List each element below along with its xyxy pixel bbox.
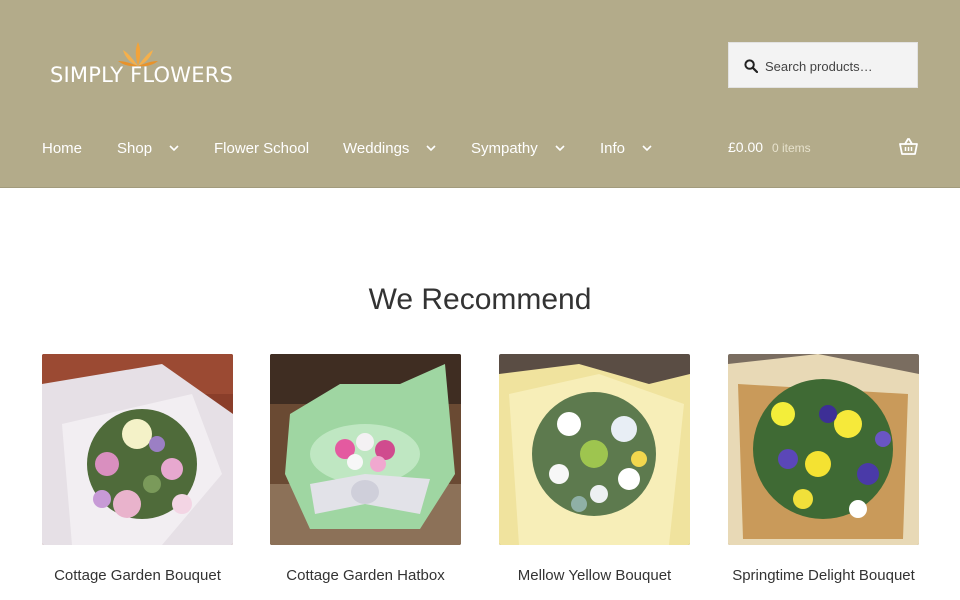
chevron-down-icon[interactable] — [554, 142, 566, 154]
chevron-down-icon[interactable] — [641, 142, 653, 154]
product-card[interactable]: Cottage Garden Bouquet — [42, 354, 233, 584]
nav-label: Sympathy — [471, 139, 538, 157]
section-heading: We Recommend — [368, 283, 592, 316]
chevron-down-icon[interactable] — [425, 142, 437, 154]
site-header: SIMPLY FLOWERS Home Shop Flower School W… — [0, 0, 960, 188]
product-name[interactable]: Mellow Yellow Bouquet — [479, 567, 710, 584]
nav-label: Weddings — [343, 139, 410, 157]
nav-label: Flower School — [214, 139, 310, 157]
chevron-down-icon[interactable] — [168, 142, 180, 154]
nav-item-weddings[interactable]: Weddings — [343, 136, 437, 160]
product-search[interactable] — [728, 42, 918, 88]
nav-label: Info — [600, 139, 626, 157]
nav-item-sympathy[interactable]: Sympathy — [471, 136, 566, 160]
cart-count: 0 items — [772, 141, 811, 155]
product-image[interactable] — [270, 354, 461, 545]
nav-item-flower-school[interactable]: Flower School — [214, 136, 309, 160]
basket-icon[interactable] — [899, 138, 918, 155]
header-cart[interactable]: £0.00 0 items — [728, 136, 918, 160]
product-card[interactable]: Cottage Garden Hatbox — [270, 354, 461, 584]
product-card[interactable]: Mellow Yellow Bouquet — [499, 354, 690, 584]
product-card[interactable]: Springtime Delight Bouquet — [728, 354, 919, 584]
product-image[interactable] — [499, 354, 690, 545]
search-icon[interactable] — [744, 59, 758, 73]
product-name[interactable]: Springtime Delight Bouquet — [708, 567, 939, 584]
product-name[interactable]: Cottage Garden Hatbox — [250, 567, 481, 584]
site-logo[interactable]: SIMPLY FLOWERS — [50, 40, 234, 90]
product-image[interactable] — [728, 354, 919, 545]
logo-text: SIMPLY FLOWERS — [50, 63, 234, 87]
nav-label: Shop — [117, 139, 153, 157]
cart-amount: £0.00 — [728, 139, 764, 155]
product-image[interactable] — [42, 354, 233, 545]
nav-item-home[interactable]: Home — [42, 136, 82, 160]
nav-item-shop[interactable]: Shop — [117, 136, 180, 160]
product-name[interactable]: Cottage Garden Bouquet — [22, 567, 253, 584]
nav-item-info[interactable]: Info — [600, 136, 653, 160]
search-input[interactable] — [765, 54, 910, 78]
nav-label: Home — [42, 139, 83, 157]
